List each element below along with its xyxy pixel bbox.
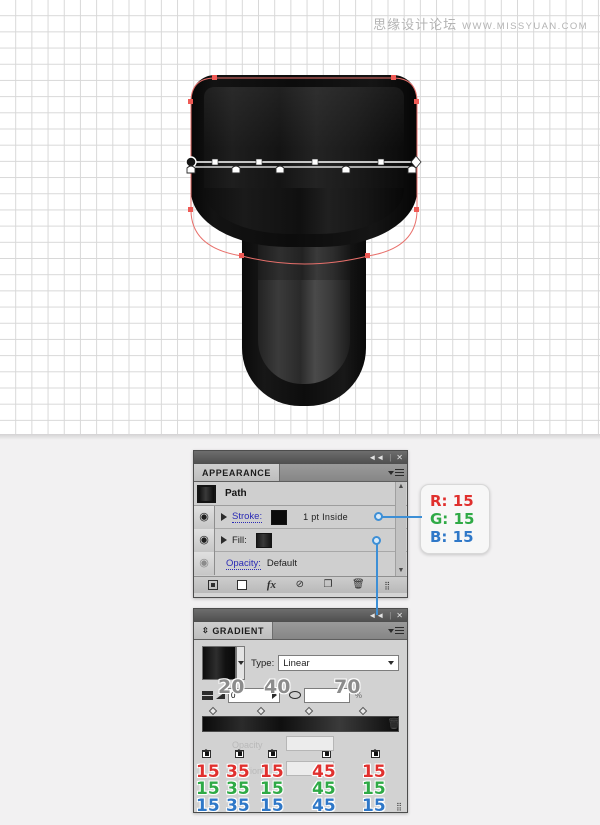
opacity-value[interactable]: Default [267,558,297,569]
panel-menu-icon[interactable] [385,464,407,481]
add-new-fill-icon[interactable] [237,580,248,590]
gradient-panel-body[interactable]: Type: Linear 0 ° % 🗑 Opacity Location 20… [194,640,407,816]
collapse-icon[interactable]: ◄◄ [368,453,384,462]
fill-label[interactable]: Fill: [232,535,247,546]
opacity-label[interactable]: Opacity: [226,558,261,570]
stop-rgb-2: 15 15 15 [260,762,284,816]
stop-rgb-4: 15 15 15 [362,762,386,816]
tab-filler [280,464,385,481]
eye-icon: ◉ [199,557,209,569]
scroll-down-icon[interactable]: ▼ [398,566,405,576]
stop-rgb-0: 15 15 15 [196,762,220,816]
tab-appearance[interactable]: APPEARANCE [194,464,281,481]
resize-grip-icon[interactable]: ⣿ [396,802,402,811]
connector-fill-to-gradient [376,541,378,615]
rgb-callout-red: R: 15 [430,492,474,510]
titlebar-separator: | [389,611,392,620]
rgb-callout-green: G: 15 [430,510,475,528]
watermark: 思缘设计论坛 WWW.MISSYUAN.COM [373,14,588,33]
stop-rgb-annotations: 15 15 15 35 35 35 15 15 15 45 45 45 15 1 [194,640,407,816]
menu-lines-icon [395,626,404,635]
eye-icon: ◉ [199,510,209,523]
close-icon[interactable]: ✕ [396,453,403,462]
visibility-toggle-fill[interactable]: ◉ [194,528,215,552]
titlebar-separator: | [389,453,392,462]
appearance-path-row[interactable]: Path [194,482,407,506]
connector-stroke-to-callout [382,516,422,518]
watermark-cn: 思缘设计论坛 [373,17,458,32]
scroll-up-icon[interactable]: ▲ [398,482,405,492]
menu-lines-icon [395,468,404,477]
path-thumbnail [197,484,216,503]
tab-gradient[interactable]: ⇳ GRADIENT [194,622,274,639]
menu-triangle-icon [388,470,394,475]
stroke-weight-alignment[interactable]: 1 pt Inside [303,512,348,522]
disclosure-triangle-stroke-icon[interactable] [221,513,227,521]
panel-menu-icon[interactable] [385,622,407,639]
appearance-tab-row[interactable]: APPEARANCE [194,464,407,482]
fx-icon[interactable]: fx [267,579,276,591]
resize-grip-icon[interactable]: ⣿ [384,581,390,590]
gradient-panel[interactable]: ◄◄ | ✕ ⇳ GRADIENT Type: Linear 0 ° % 🗑 O… [193,608,408,816]
fill-color-swatch[interactable] [255,532,272,548]
close-icon[interactable]: ✕ [396,611,403,620]
path-label: Path [225,488,247,499]
menu-triangle-icon [388,628,394,633]
delete-item-icon[interactable]: 🗑 [352,580,365,590]
stop-rgb-1: 35 35 35 [226,762,250,816]
tab-filler [273,622,385,639]
canvas-shadow [0,434,600,440]
visibility-toggle-stroke[interactable]: ◉ [194,505,215,529]
gradient-tab-label: GRADIENT [212,625,265,636]
watermark-url: WWW.MISSYUAN.COM [462,21,588,32]
artboard-canvas[interactable]: 思缘设计论坛 WWW.MISSYUAN.COM [0,0,600,434]
rgb-value-callout: R: 15 G: 15 B: 15 [420,484,490,554]
disclosure-triangle-fill-icon[interactable] [221,536,227,544]
appearance-scrollbar[interactable]: ▲ ▼ [395,482,406,576]
rgb-callout-blue: B: 15 [430,528,474,546]
duplicate-item-icon[interactable]: ❐ [324,580,333,590]
stroke-label[interactable]: Stroke: [232,511,263,523]
stop-rgb-3: 45 45 45 [312,762,336,816]
eye-icon: ◉ [199,533,209,546]
add-new-stroke-icon[interactable] [207,580,218,590]
panel-drag-icon: ⇳ [202,626,210,635]
clear-appearance-icon[interactable]: ⊘ [296,580,304,590]
connector-dot-stroke [374,512,383,521]
gradient-tab-row[interactable]: ⇳ GRADIENT [194,622,407,640]
artwork-illustration[interactable] [180,60,430,406]
cap-gloss-highlight [204,87,404,149]
visibility-toggle-opacity[interactable]: ◉ [194,552,215,575]
appearance-panel-titlebar[interactable]: ◄◄ | ✕ [194,451,407,464]
connector-dot-fill [372,536,381,545]
stroke-color-swatch[interactable] [271,509,288,525]
